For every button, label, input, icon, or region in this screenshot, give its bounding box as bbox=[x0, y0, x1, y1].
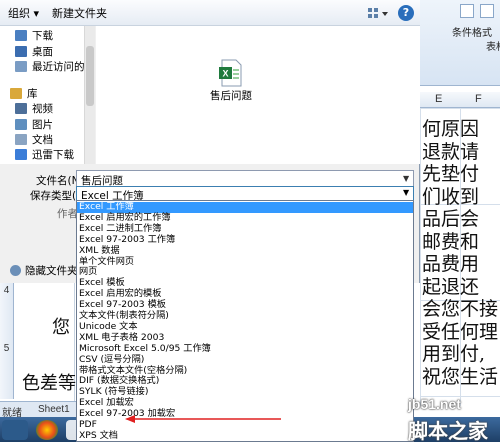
dialog-toolbar: 组织 ▾ 新建文件夹 ? bbox=[0, 0, 420, 26]
cell-text-line: 起退还 bbox=[422, 275, 480, 298]
hide-folders-button[interactable]: 隐藏文件夹 bbox=[10, 263, 78, 278]
nav-item-videos[interactable]: 视频 bbox=[15, 101, 53, 117]
author-label: 作者 bbox=[57, 208, 78, 220]
taskbar-app-icon[interactable] bbox=[2, 420, 28, 440]
table-format-icon[interactable] bbox=[480, 4, 494, 18]
help-icon[interactable]: ? bbox=[398, 5, 414, 21]
excel-file-icon[interactable]: X bbox=[216, 58, 246, 88]
cell-text-line: 受任何理 bbox=[422, 320, 499, 343]
new-folder-button[interactable]: 新建文件夹 bbox=[52, 5, 107, 21]
cell-text-line: 何原因 bbox=[422, 118, 480, 140]
cell-text-2: 色差等 bbox=[22, 373, 76, 394]
thunder-download-icon bbox=[15, 149, 27, 160]
sheet-left-strip: 4 5 您 色差等 bbox=[0, 283, 76, 401]
pictures-icon bbox=[15, 119, 27, 130]
cell-text-line: 品后会 bbox=[422, 208, 480, 230]
savetype-dropdown-list: Excel 工作簿 Excel 启用宏的工作簿 Excel 二进制工作簿 Excel … bbox=[76, 200, 414, 442]
cell-text-line: 邮费和 bbox=[422, 230, 480, 253]
savetype-option[interactable]: 单个文件网页 bbox=[77, 256, 413, 268]
nav-scrollbar[interactable] bbox=[84, 26, 95, 164]
conditional-format-icon[interactable] bbox=[460, 4, 474, 18]
svg-text:X: X bbox=[222, 69, 228, 79]
savetype-option[interactable]: XPS 文档 bbox=[77, 430, 413, 441]
videos-icon bbox=[15, 103, 27, 114]
cell-text-column: 何原因 退款请 先垫付 们收到 品后会 邮费和 品费用 起退还 会您不接 受任何理 用到付, 祝您生活 bbox=[422, 118, 500, 388]
red-arrow-annotation bbox=[125, 415, 281, 423]
column-e[interactable]: E bbox=[435, 93, 442, 105]
nav-item-pictures[interactable]: 图片 bbox=[15, 117, 53, 133]
nav-item-thunder[interactable]: 迅雷下载 bbox=[15, 147, 74, 163]
column-header: E F bbox=[420, 92, 500, 108]
cell-text-line: 先垫付 bbox=[422, 163, 480, 185]
cell-text-line: 用到付, bbox=[422, 343, 486, 365]
cell-text-line: 品费用 bbox=[422, 253, 480, 275]
row-header-5[interactable]: 5 bbox=[0, 341, 14, 399]
cell-text-line: 会您不接 bbox=[422, 298, 499, 320]
navigation-pane: 下载 桌面 最近访问的位置 库 视频 图片 文档 迅雷下载 bbox=[0, 26, 95, 164]
file-name-label[interactable]: 售后问题 bbox=[208, 88, 254, 103]
documents-icon bbox=[15, 134, 27, 145]
downloads-icon bbox=[15, 30, 27, 41]
watermark-name: 脚本之家 bbox=[408, 419, 488, 442]
desktop-icon bbox=[15, 46, 27, 57]
excel-ribbon: 条件格式 表格 bbox=[420, 0, 500, 86]
nav-item-documents[interactable]: 文档 bbox=[15, 132, 53, 148]
nav-item-recent[interactable]: 最近访问的位置 bbox=[15, 59, 94, 75]
savetype-option[interactable]: XML 数据 bbox=[77, 245, 413, 257]
nav-scrollbar-thumb[interactable] bbox=[86, 46, 94, 106]
savetype-dropdown-icon[interactable]: ▼ bbox=[403, 188, 409, 197]
cell-text-line: 祝您生活 bbox=[422, 365, 499, 388]
column-f[interactable]: F bbox=[475, 93, 482, 105]
recent-places-icon bbox=[15, 61, 27, 72]
nav-item-library[interactable]: 库 bbox=[10, 86, 38, 102]
savetype-option[interactable]: CSV (逗号分隔) bbox=[77, 354, 413, 366]
savetype-option[interactable]: Excel 97-2003 工作簿 bbox=[77, 234, 413, 246]
row-header-4[interactable]: 4 bbox=[0, 283, 14, 341]
cell-text-line: 退款请 bbox=[422, 140, 480, 163]
library-icon bbox=[10, 88, 22, 99]
collapse-icon bbox=[10, 265, 21, 276]
sheet-tabs: 就绪 Sheet1 bbox=[0, 401, 80, 419]
cell-text-1: 您 bbox=[52, 317, 70, 338]
cell-text-line: 们收到 bbox=[422, 185, 480, 208]
savetype-option[interactable]: Microsoft Excel 5.0/95 工作簿 bbox=[77, 343, 413, 355]
view-options-icon[interactable] bbox=[365, 5, 391, 21]
table-label[interactable]: 表格 bbox=[486, 38, 500, 53]
filename-dropdown-icon[interactable]: ▼ bbox=[403, 174, 409, 183]
nav-item-desktop[interactable]: 桌面 bbox=[15, 44, 53, 60]
sheet-tab[interactable]: Sheet1 bbox=[38, 404, 70, 415]
nav-item-downloads[interactable]: 下载 bbox=[15, 28, 53, 44]
start-orb-icon[interactable] bbox=[36, 420, 58, 440]
organize-button[interactable]: 组织 ▾ bbox=[8, 5, 39, 21]
watermark-site: jb51.net bbox=[408, 396, 461, 412]
savetype-option[interactable]: 网页 bbox=[77, 266, 413, 278]
savetype-select[interactable]: Excel 工作簿 bbox=[76, 186, 414, 202]
file-list: X 售后问题 bbox=[96, 26, 420, 164]
conditional-format-label[interactable]: 条件格式 bbox=[452, 24, 492, 39]
